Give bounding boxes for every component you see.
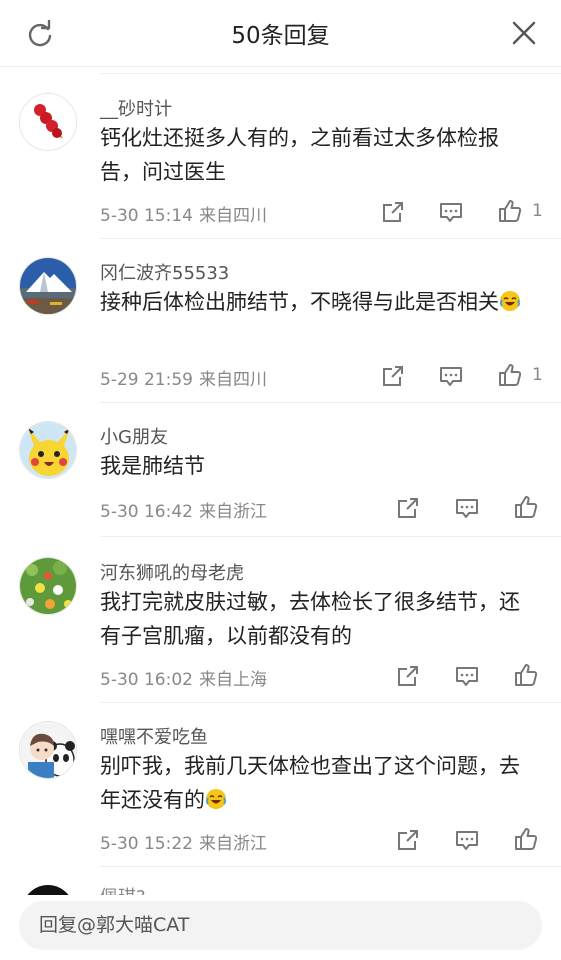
flower-avatar-icon — [20, 558, 76, 614]
timestamp: 5-29 21:59 — [100, 370, 193, 390]
avatar[interactable] — [19, 93, 77, 151]
divider — [100, 702, 561, 703]
replies-header: 50条回复 — [0, 0, 561, 67]
share-icon[interactable] — [380, 363, 406, 389]
divider — [100, 73, 561, 74]
divider — [100, 536, 561, 537]
comment-text: 别吓我，我前几天体检也查出了这个问题，去年还没有的 — [100, 749, 540, 817]
comment-text: 接种后体检出肺结节，不晓得与此是否相关 — [100, 285, 540, 319]
location: 来自浙江 — [198, 502, 267, 522]
candied-haws-avatar-icon — [20, 94, 76, 150]
username[interactable]: 冈仁波齐55533 — [100, 259, 229, 285]
laughing-crying-emoji-icon — [500, 291, 520, 311]
comment-meta: 5-30 15:22 来自浙江 — [100, 829, 267, 854]
comment-text: 我打完就皮肤过敏，去体检长了很多结节，还有子宫肌瘤，以前都没有的 — [100, 590, 520, 648]
avatar[interactable] — [19, 257, 77, 315]
pikachu-avatar-icon — [20, 422, 76, 478]
comment-meta: 5-30 16:02 来自上海 — [100, 665, 267, 690]
username[interactable]: __砂时计 — [100, 95, 172, 121]
avatar[interactable] — [19, 421, 77, 479]
location: 来自上海 — [198, 670, 267, 690]
comment-meta: 5-29 21:59 来自四川 — [100, 365, 267, 390]
timestamp: 5-30 15:14 — [100, 206, 193, 226]
comment-icon[interactable] — [438, 363, 464, 389]
comment-icon[interactable] — [454, 663, 480, 689]
timestamp: 5-30 16:42 — [100, 502, 193, 522]
like-icon[interactable] — [497, 198, 523, 224]
avatar[interactable] — [22, 885, 74, 895]
location: 来自四川 — [198, 370, 267, 390]
share-icon[interactable] — [395, 495, 421, 521]
share-icon[interactable] — [395, 663, 421, 689]
like-icon[interactable] — [513, 826, 539, 852]
comment-icon[interactable] — [438, 199, 464, 225]
timestamp: 5-30 15:22 — [100, 834, 193, 854]
anime-panda-avatar-icon — [20, 722, 76, 778]
reply-bar: 回复@郭大喵CAT — [0, 895, 561, 960]
comment-meta: 5-30 16:42 来自浙江 — [100, 497, 267, 522]
like-icon[interactable] — [513, 494, 539, 520]
comment-meta: 5-30 15:14 来自四川 — [100, 201, 267, 226]
comment-text-content: 别吓我，我前几天体检也查出了这个问题，去年还没有的 — [100, 754, 520, 812]
laughing-crying-emoji-icon — [206, 789, 226, 809]
timestamp: 5-30 16:02 — [100, 670, 193, 690]
avatar[interactable] — [19, 557, 77, 615]
mountain-avatar-icon — [20, 258, 76, 314]
share-icon[interactable] — [380, 199, 406, 225]
comment-icon[interactable] — [454, 827, 480, 853]
avatar[interactable] — [19, 721, 77, 779]
comment-text: 钙化灶还挺多人有的，之前看过太多体检报告，问过医生 — [100, 126, 499, 184]
username[interactable]: 佩琪? — [100, 883, 146, 895]
divider — [100, 866, 561, 867]
comment-list[interactable]: __砂时计 钙化灶还挺多人有的，之前看过太多体检报告，问过医生 5-30 15:… — [0, 67, 561, 895]
like-count: 1 — [532, 365, 543, 385]
reply-input[interactable]: 回复@郭大喵CAT — [19, 901, 542, 950]
comment-text-content: 接种后体检出肺结节，不晓得与此是否相关 — [100, 290, 499, 314]
username[interactable]: 小G朋友 — [100, 423, 168, 449]
divider — [100, 402, 561, 403]
username[interactable]: 河东狮吼的母老虎 — [100, 559, 244, 585]
location: 来自四川 — [198, 206, 267, 226]
like-icon[interactable] — [513, 662, 539, 688]
location: 来自浙江 — [198, 834, 267, 854]
divider — [100, 238, 561, 239]
username[interactable]: 嘿嘿不爱吃鱼 — [100, 723, 208, 749]
share-icon[interactable] — [395, 827, 421, 853]
like-icon[interactable] — [497, 362, 523, 388]
comment-text: 我是肺结节 — [100, 454, 205, 478]
page-title: 50条回复 — [231, 23, 330, 49]
close-icon[interactable] — [511, 20, 537, 46]
comment-icon[interactable] — [454, 495, 480, 521]
like-count: 1 — [532, 201, 543, 221]
